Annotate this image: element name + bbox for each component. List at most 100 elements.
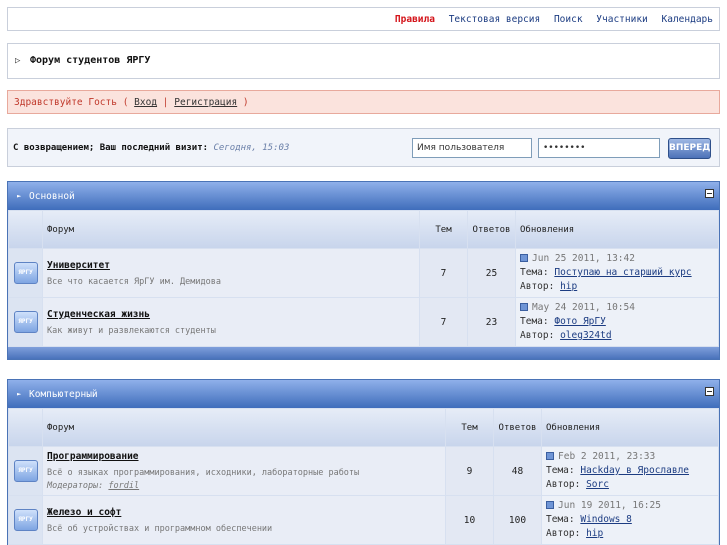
forum-name-link[interactable]: Программирование <box>47 451 445 462</box>
forum-status-icon: ЯРГУ <box>13 460 38 482</box>
forum-topics-count: 10 <box>446 496 493 544</box>
login-submit-button[interactable]: ВПЕРЕД <box>668 138 711 159</box>
password-input[interactable]: •••••••• <box>538 138 660 158</box>
board-title[interactable]: Форум студентов ЯРГУ <box>30 55 150 66</box>
last-post-date: Jun 25 2011, 13:42 <box>532 253 635 264</box>
last-post-icon[interactable] <box>520 303 528 311</box>
nav-link-text-version[interactable]: Текстовая версия <box>449 14 541 25</box>
author-label: Автор: <box>520 281 555 292</box>
guest-bar: Здравствуйте Гость ( Вход | Регистрация … <box>7 90 720 114</box>
nav-link-rules[interactable]: Правила <box>395 14 435 25</box>
header-icon-col <box>9 211 42 248</box>
header-icon-col <box>9 409 42 446</box>
forum-name-link[interactable]: Студенческая жизнь <box>47 309 419 320</box>
forum-topics-count: 7 <box>420 249 467 297</box>
forum-description: Всё о языках программирования, исходники… <box>47 468 360 478</box>
top-nav-bar: Правила Текстовая версия Поиск Участники… <box>7 7 720 31</box>
header-topics: Тем <box>420 211 467 248</box>
register-link[interactable]: Регистрация <box>174 97 237 108</box>
forum-last-post: Feb 2 2011, 23:33 Тема: Hackday в Яросла… <box>542 447 718 495</box>
forum-name-link[interactable]: Университет <box>47 260 419 271</box>
header-forum: Форум <box>43 409 445 446</box>
header-topics: Тем <box>446 409 493 446</box>
last-post-date: Feb 2 2011, 23:33 <box>558 451 656 462</box>
forum-icon-cell: ЯРГУ <box>9 496 42 544</box>
category-footer <box>8 347 719 359</box>
forum-icon-cell: ЯРГУ <box>9 249 42 297</box>
triangle-right-icon: ▷ <box>15 56 21 66</box>
forum-last-post: Jun 25 2011, 13:42 Тема: Поступаю на ста… <box>516 249 718 297</box>
guest-greeting: Здравствуйте Гость <box>14 97 117 108</box>
last-post-date: Jun 19 2011, 16:25 <box>558 500 661 511</box>
forum-icon-cell: ЯРГУ <box>9 447 42 495</box>
nav-link-members[interactable]: Участники <box>596 14 647 25</box>
last-post-author-link[interactable]: Sorc <box>586 479 609 490</box>
last-post-topic-link[interactable]: Windows 8 <box>580 514 631 525</box>
guest-separator: | <box>162 97 169 108</box>
forum-replies-count: 100 <box>494 496 541 544</box>
forum-description: Как живут и развлекаются студенты <box>47 325 216 336</box>
last-post-icon[interactable] <box>520 254 528 262</box>
guest-paren-close: ) <box>242 97 249 108</box>
moderator-link[interactable]: fordil <box>108 481 139 491</box>
forum-status-icon: ЯРГУ <box>13 311 38 333</box>
forum-row: ЯРГУ Железо и софт Всё об устройствах и … <box>9 496 718 544</box>
category-main: ► Основной Форум Тем Ответов Обновления … <box>7 181 720 360</box>
collapse-icon[interactable] <box>705 387 714 396</box>
category-title[interactable]: Основной <box>29 191 75 202</box>
topic-label: Тема: <box>546 514 575 525</box>
collapse-icon[interactable] <box>705 189 714 198</box>
topic-label: Тема: <box>546 465 575 476</box>
last-visit-time: Сегодня, 15:03 <box>213 143 290 153</box>
login-link[interactable]: Вход <box>134 97 157 108</box>
nav-link-calendar[interactable]: Календарь <box>662 14 713 25</box>
top-nav-links: Правила Текстовая версия Поиск Участники… <box>387 14 713 25</box>
forum-description: Все что касается ЯрГУ им. Демидова <box>47 276 221 287</box>
header-replies: Ответов <box>468 211 515 248</box>
forum-info-cell: Студенческая жизнь Как живут и развлекаю… <box>43 298 419 346</box>
last-post-author-link[interactable]: hip <box>560 281 577 292</box>
username-input[interactable]: Имя пользователя <box>412 138 532 158</box>
last-post-topic-link[interactable]: Фото ЯрГУ <box>554 316 605 327</box>
board-title-box: ▷ Форум студентов ЯРГУ <box>7 43 720 79</box>
forum-row: ЯРГУ Университет Все что касается ЯрГУ и… <box>9 249 718 297</box>
welcome-text: С возвращением; Ваш последний визит: <box>13 143 209 153</box>
forum-row: ЯРГУ Студенческая жизнь Как живут и разв… <box>9 298 718 346</box>
forum-table-header: Форум Тем Ответов Обновления <box>9 409 718 446</box>
last-post-author-link[interactable]: hip <box>586 528 603 539</box>
last-post-topic-link[interactable]: Hackday в Ярославле <box>580 465 689 476</box>
last-post-icon[interactable] <box>546 501 554 509</box>
category-title[interactable]: Компьютерный <box>29 389 98 400</box>
category-computer: ► Компьютерный Форум Тем Ответов Обновле… <box>7 379 720 545</box>
forum-name-link[interactable]: Железо и софт <box>47 507 445 518</box>
last-post-author-link[interactable]: oleg324td <box>560 330 611 341</box>
header-updates: Обновления <box>516 211 718 248</box>
last-post-icon[interactable] <box>546 452 554 460</box>
nav-link-search[interactable]: Поиск <box>554 14 583 25</box>
author-label: Автор: <box>546 528 581 539</box>
last-post-date: May 24 2011, 10:54 <box>532 302 635 313</box>
quick-login-bar: С возвращением; Ваш последний визит: Сег… <box>7 128 720 167</box>
topic-label: Тема: <box>520 267 549 278</box>
forum-icon-cell: ЯРГУ <box>9 298 42 346</box>
category-header: ► Основной <box>8 182 719 210</box>
forum-description: Всё об устройствах и программном обеспеч… <box>47 523 273 534</box>
topic-label: Тема: <box>520 316 549 327</box>
forum-replies-count: 48 <box>494 447 541 495</box>
forum-table-header: Форум Тем Ответов Обновления <box>9 211 718 248</box>
triangle-right-icon: ► <box>17 192 22 200</box>
last-post-topic-link[interactable]: Поступаю на старший курс <box>554 267 691 278</box>
forum-info-cell: Железо и софт Всё об устройствах и прогр… <box>43 496 445 544</box>
forum-last-post: Jun 19 2011, 16:25 Тема: Windows 8 Автор… <box>542 496 718 544</box>
forum-last-post: May 24 2011, 10:54 Тема: Фото ЯрГУ Автор… <box>516 298 718 346</box>
moderators-label: Модераторы: <box>47 481 104 491</box>
forum-status-icon: ЯРГУ <box>13 509 38 531</box>
forum-status-icon: ЯРГУ <box>13 262 38 284</box>
welcome-line: С возвращением; Ваш последний визит: Сег… <box>13 143 289 153</box>
forum-topics-count: 9 <box>446 447 493 495</box>
header-updates: Обновления <box>542 409 718 446</box>
guest-paren-open: ( <box>122 97 129 108</box>
forum-moderators: Модераторы: fordil <box>47 481 445 491</box>
forum-info-cell: Университет Все что касается ЯрГУ им. Де… <box>43 249 419 297</box>
forum-row: ЯРГУ Программирование Всё о языках прогр… <box>9 447 718 495</box>
